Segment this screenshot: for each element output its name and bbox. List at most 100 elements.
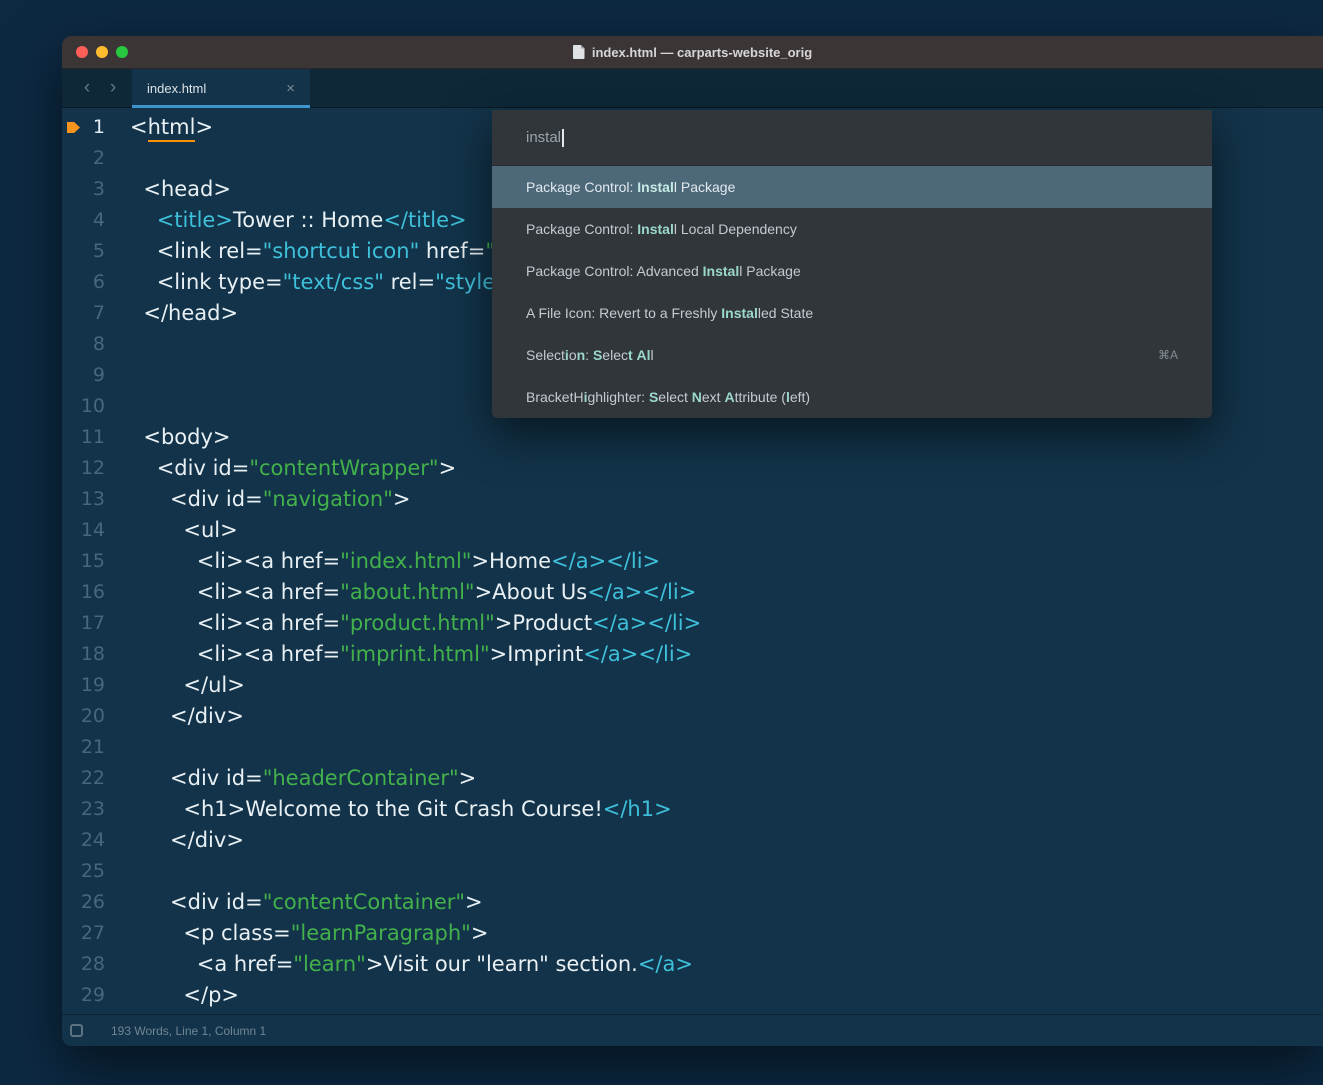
- code-token: >: [393, 487, 411, 511]
- code-token: </h1>: [603, 797, 672, 821]
- code-token: <a href=: [130, 952, 293, 976]
- line-number: 19: [62, 670, 114, 701]
- tab-index-html[interactable]: index.html ×: [132, 69, 310, 107]
- line-number-text: 14: [81, 519, 105, 541]
- close-window-button[interactable]: [76, 46, 88, 58]
- code-token: </p>: [130, 983, 239, 1007]
- code-token: "learnParagraph": [291, 921, 471, 945]
- code-token: <ul>: [130, 518, 238, 542]
- match-text: Instal: [721, 305, 758, 321]
- match-text: N: [692, 389, 702, 405]
- code-token: </a></li>: [551, 549, 660, 573]
- code-line[interactable]: 17 <li><a href="product.html">Product</a…: [62, 608, 1323, 639]
- code-line[interactable]: 24 </div>: [62, 825, 1323, 856]
- palette-item[interactable]: Package Control: Install Package: [492, 166, 1212, 208]
- line-number-text: 26: [81, 891, 105, 913]
- line-number: 17: [62, 608, 114, 639]
- code-line[interactable]: 20 </div>: [62, 701, 1323, 732]
- code-token: <link type=: [130, 270, 283, 294]
- item-text: A File Icon: Revert to a Freshly: [526, 305, 721, 321]
- code-token: >Home: [471, 549, 551, 573]
- code-line[interactable]: 21: [62, 732, 1323, 763]
- line-number-text: 25: [81, 860, 105, 882]
- palette-search-input[interactable]: instal: [492, 110, 1212, 166]
- code-text: <div id="contentWrapper">: [130, 453, 456, 484]
- zoom-window-button[interactable]: [116, 46, 128, 58]
- code-line[interactable]: 15 <li><a href="index.html">Home</a></li…: [62, 546, 1323, 577]
- code-line[interactable]: 22 <div id="headerContainer">: [62, 763, 1323, 794]
- back-arrow-icon[interactable]: ‹: [74, 69, 100, 107]
- line-number-text: 11: [81, 426, 105, 448]
- item-text: led State: [758, 305, 813, 321]
- code-token: >: [195, 115, 213, 139]
- item-text: eft): [790, 389, 810, 405]
- code-text: <div id="navigation">: [130, 484, 410, 515]
- code-token: <title>: [157, 208, 233, 232]
- code-line[interactable]: 12 <div id="contentWrapper">: [62, 453, 1323, 484]
- code-line[interactable]: 26 <div id="contentContainer">: [62, 887, 1323, 918]
- code-line[interactable]: 18 <li><a href="imprint.html">Imprint</a…: [62, 639, 1323, 670]
- line-number-text: 20: [81, 705, 105, 727]
- status-bar: 193 Words, Line 1, Column 1: [62, 1014, 1323, 1046]
- code-token: "text/css": [283, 270, 384, 294]
- code-text: </ul>: [130, 670, 245, 701]
- line-number: 23: [62, 794, 114, 825]
- line-number-text: 18: [81, 643, 105, 665]
- code-token: >Visit our "learn" section.: [366, 952, 638, 976]
- code-token: href=: [419, 239, 485, 263]
- traffic-lights: [76, 36, 128, 68]
- tab-close-icon[interactable]: ×: [286, 80, 295, 97]
- line-number-text: 8: [93, 333, 105, 355]
- code-token: [130, 208, 157, 232]
- code-token: </a>: [638, 952, 693, 976]
- code-text: <li><a href="product.html">Product</a></…: [130, 608, 701, 639]
- palette-item[interactable]: BracketHighlighter: Select Next Attribut…: [492, 376, 1212, 418]
- code-token: <div id=: [130, 487, 263, 511]
- tab-bar: ‹ › index.html ×: [62, 69, 1323, 108]
- code-token: "navigation": [263, 487, 393, 511]
- palette-item[interactable]: Selection: Select All⌘A: [492, 334, 1212, 376]
- line-number: 1: [62, 112, 114, 143]
- code-line[interactable]: 28 <a href="learn">Visit our "learn" sec…: [62, 949, 1323, 980]
- code-line[interactable]: 23 <h1>Welcome to the Git Crash Course!<…: [62, 794, 1323, 825]
- code-token: <li><a href=: [130, 611, 340, 635]
- status-text: 193 Words, Line 1, Column 1: [111, 1024, 266, 1038]
- status-square-icon[interactable]: [70, 1024, 83, 1037]
- code-line[interactable]: 19 </ul>: [62, 670, 1323, 701]
- code-line[interactable]: 11 <body>: [62, 422, 1323, 453]
- line-number-text: 28: [81, 953, 105, 975]
- match-text: Instal: [637, 179, 674, 195]
- code-line[interactable]: 13 <div id="navigation">: [62, 484, 1323, 515]
- document-icon: [573, 45, 585, 59]
- code-token: "about.html": [340, 580, 474, 604]
- forward-arrow-icon[interactable]: ›: [100, 69, 126, 107]
- code-token: <li><a href=: [130, 642, 340, 666]
- code-line[interactable]: 16 <li><a href="about.html">About Us</a>…: [62, 577, 1323, 608]
- code-text: <li><a href="about.html">About Us</a></l…: [130, 577, 696, 608]
- code-line[interactable]: 14 <ul>: [62, 515, 1323, 546]
- palette-item[interactable]: Package Control: Install Local Dependenc…: [492, 208, 1212, 250]
- palette-item[interactable]: A File Icon: Revert to a Freshly Install…: [492, 292, 1212, 334]
- line-number: 3: [62, 174, 114, 205]
- line-number: 8: [62, 329, 114, 360]
- code-line[interactable]: 29 </p>: [62, 980, 1323, 1011]
- item-text: Select: [526, 347, 565, 363]
- code-token: <p class=: [130, 921, 291, 945]
- code-token: </a></li>: [592, 611, 701, 635]
- match-text: Al: [637, 347, 651, 363]
- line-number-text: 13: [81, 488, 105, 510]
- code-token: </a></li>: [587, 580, 696, 604]
- line-number-text: 4: [93, 209, 105, 231]
- code-line[interactable]: 25: [62, 856, 1323, 887]
- code-line[interactable]: 27 <p class="learnParagraph">: [62, 918, 1323, 949]
- code-token: </title>: [383, 208, 466, 232]
- line-number-text: 17: [81, 612, 105, 634]
- window-titlebar[interactable]: index.html — carparts-website_orig: [62, 36, 1323, 69]
- palette-item[interactable]: Package Control: Advanced Install Packag…: [492, 250, 1212, 292]
- minimize-window-button[interactable]: [96, 46, 108, 58]
- line-number-text: 19: [81, 674, 105, 696]
- item-text: elect: [658, 389, 691, 405]
- item-text: l Package: [739, 263, 800, 279]
- line-number: 5: [62, 236, 114, 267]
- item-text: :: [585, 347, 593, 363]
